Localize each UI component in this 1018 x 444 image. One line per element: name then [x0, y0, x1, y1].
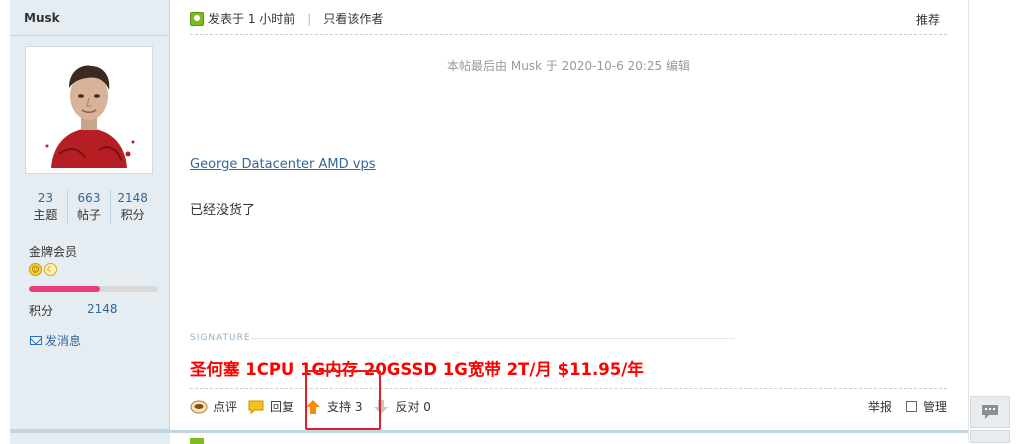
recommend-button[interactable]: 推荐: [916, 11, 940, 28]
back-to-top-button[interactable]: [970, 430, 1010, 443]
reply-button[interactable]: 回复: [247, 398, 294, 415]
stat-value: 2148: [117, 191, 148, 205]
online-status-icon: [190, 438, 204, 444]
stat-label: 主题: [33, 208, 58, 222]
stat-label: 帖子: [77, 208, 102, 222]
comment-label: 点评: [213, 400, 238, 414]
author-name[interactable]: Musk: [24, 11, 60, 25]
stat-threads[interactable]: 23 主题: [24, 190, 67, 224]
post-admin-actions: 举报 管理: [868, 398, 947, 415]
stat-value: 23: [37, 191, 53, 205]
quick-reply-button[interactable]: [970, 396, 1010, 428]
chat-bubble-icon: [982, 405, 998, 419]
reply-label: 回复: [270, 400, 295, 414]
mail-icon: [30, 336, 42, 345]
stat-credits[interactable]: 2148 积分: [110, 190, 154, 224]
comment-button[interactable]: 点评: [190, 398, 237, 415]
author-stats: 23 主题 663 帖子 2148 积分: [24, 190, 154, 224]
divider: [252, 338, 734, 339]
divider: [190, 388, 947, 389]
avatar[interactable]: [25, 46, 153, 174]
user-group[interactable]: 金牌会员: [29, 243, 77, 260]
divider: [10, 35, 169, 36]
stat-value: 663: [77, 191, 101, 205]
moon-medal-icon: ☾: [44, 263, 57, 276]
signature-label: SIGNATURE: [190, 333, 251, 343]
credit-row: 积分 2148: [29, 302, 149, 319]
oppose-label: 反对 0: [395, 400, 431, 414]
credit-value: 2148: [87, 302, 118, 316]
posted-time: 发表于 1 小时前: [208, 12, 296, 26]
only-author-link[interactable]: 只看该作者: [323, 10, 383, 27]
medals: ☺ ☾: [29, 263, 57, 276]
send-message-link[interactable]: 发消息: [30, 332, 81, 349]
credit-label: 积分: [29, 304, 54, 318]
post-body-text: 已经没货了: [190, 203, 256, 218]
online-status-icon: [190, 11, 204, 26]
manage-label: 管理: [922, 400, 947, 414]
divider: [10, 430, 968, 433]
right-gutter: [968, 0, 1018, 443]
author-sidebar: Musk 23 主题 663 帖子 2148 积分 金牌会员 ☺ ☾ 积分 21…: [10, 0, 170, 430]
post-body-link[interactable]: George Datacenter AMD vps: [190, 157, 376, 172]
avatar-portrait-icon: [29, 50, 149, 170]
sun-medal-icon: ☺: [29, 263, 42, 276]
comment-icon: [190, 400, 208, 413]
stat-label: 积分: [120, 208, 145, 222]
divider: [190, 34, 947, 36]
send-message-label: 发消息: [45, 334, 82, 348]
reply-icon: [248, 400, 264, 414]
signature-text: 圣何塞 1CPU 1G内存 20GSSD 1G宽带 2T/月 $11.95/年: [190, 360, 644, 379]
report-button[interactable]: 举报: [868, 398, 892, 415]
edit-note: 本帖最后由 Musk 于 2020-10-6 20:25 编辑: [447, 59, 690, 73]
post-content: 发表于 1 小时前 | 只看该作者 推荐 本帖最后由 Musk 于 2020-1…: [190, 0, 947, 430]
post-meta: 发表于 1 小时前 | 只看该作者: [190, 10, 383, 27]
meta-pipe: |: [307, 11, 312, 26]
level-progress-fill: [29, 286, 100, 292]
level-progress-bar: [29, 286, 158, 292]
manage-checkbox[interactable]: [905, 401, 917, 412]
stat-posts[interactable]: 663 帖子: [66, 190, 111, 224]
highlight-box: [305, 370, 381, 430]
oppose-button[interactable]: 反对 0: [372, 398, 431, 415]
next-post-edge: [0, 430, 968, 444]
